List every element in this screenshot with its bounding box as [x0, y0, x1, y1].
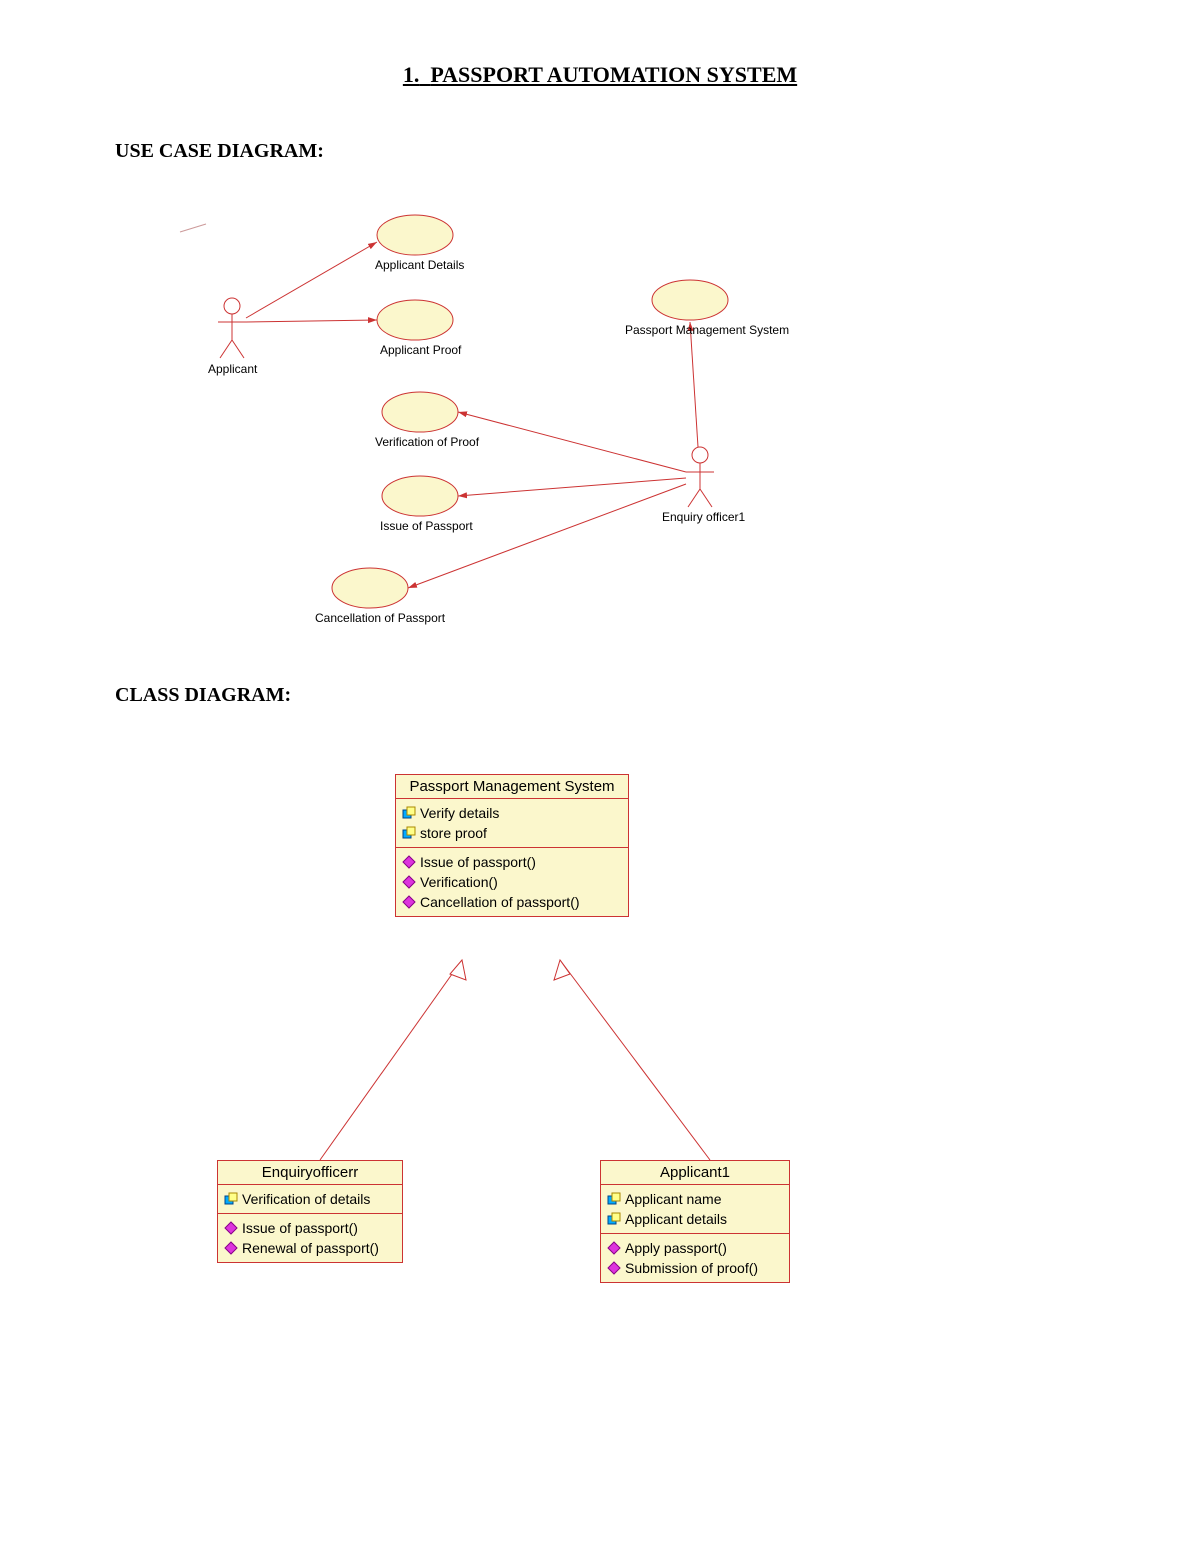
usecase-pms-label: Passport Management System — [625, 323, 789, 337]
class-officer-name: Enquiryofficerr — [218, 1161, 402, 1185]
class-attr-row: Applicant name — [607, 1189, 783, 1209]
heading-class: CLASS DIAGRAM: — [115, 684, 291, 707]
class-attr-row: Verification of details — [224, 1189, 396, 1209]
attr-text: Applicant name — [625, 1189, 722, 1209]
assoc-officer-pms — [690, 322, 698, 447]
attr-text: Verification of details — [242, 1189, 370, 1209]
class-officer-attributes: Verification of details — [218, 1185, 402, 1214]
actor-applicant-label: Applicant — [208, 362, 257, 376]
op-text: Issue of passport() — [242, 1218, 358, 1238]
assoc-applicant-details — [246, 242, 377, 318]
class-pms-attributes: Verify details store proof — [396, 799, 628, 848]
attr-text: store proof — [420, 823, 487, 843]
attribute-icon — [402, 826, 416, 840]
op-text: Issue of passport() — [420, 852, 536, 872]
op-text: Renewal of passport() — [242, 1238, 379, 1258]
usecase-cancel-label: Cancellation of Passport — [315, 611, 445, 625]
gen-applicant-pms — [554, 960, 710, 1160]
usecase-cancellation — [332, 568, 408, 608]
class-officer-operations: Issue of passport() Renewal of passport(… — [218, 1214, 402, 1262]
class-op-row: Submission of proof() — [607, 1258, 783, 1278]
doc-title-text: PASSPORT AUTOMATION SYSTEM — [430, 62, 797, 87]
assoc-officer-issue — [458, 478, 686, 496]
operation-icon — [402, 875, 416, 889]
operation-icon — [607, 1261, 621, 1275]
operation-icon — [402, 895, 416, 909]
use-case-diagram: Applicant Enquiry officer1 Applicant Det… — [170, 180, 930, 680]
attr-text: Verify details — [420, 803, 499, 823]
class-applicant-operations: Apply passport() Submission of proof() — [601, 1234, 789, 1282]
operation-icon — [224, 1241, 238, 1255]
class-attr-row: Verify details — [402, 803, 622, 823]
class-officer: Enquiryofficerr Verification of details … — [217, 1160, 403, 1263]
class-diagram: Passport Management System Verify detail… — [200, 760, 900, 1300]
class-op-row: Issue of passport() — [224, 1218, 396, 1238]
attribute-icon — [607, 1212, 621, 1226]
usecase-applicant-details-label: Applicant Details — [375, 258, 464, 272]
attribute-icon — [402, 806, 416, 820]
usecase-issue — [382, 476, 458, 516]
usecase-pms — [652, 280, 728, 320]
class-applicant: Applicant1 Applicant name Applicant deta… — [600, 1160, 790, 1283]
class-applicant-name: Applicant1 — [601, 1161, 789, 1185]
class-op-row: Renewal of passport() — [224, 1238, 396, 1258]
op-text: Submission of proof() — [625, 1258, 758, 1278]
attribute-icon — [607, 1192, 621, 1206]
class-op-row: Apply passport() — [607, 1238, 783, 1258]
class-op-row: Issue of passport() — [402, 852, 622, 872]
gen-officer-pms — [320, 960, 466, 1160]
stray-line — [180, 224, 206, 232]
operation-icon — [224, 1221, 238, 1235]
operation-icon — [402, 855, 416, 869]
usecase-applicant-proof-label: Applicant Proof — [380, 343, 461, 357]
actor-officer — [686, 447, 714, 507]
class-op-row: Verification() — [402, 872, 622, 892]
class-applicant-attributes: Applicant name Applicant details — [601, 1185, 789, 1234]
class-attr-row: store proof — [402, 823, 622, 843]
doc-number: 1. — [403, 62, 420, 87]
operation-icon — [607, 1241, 621, 1255]
assoc-applicant-proof — [246, 320, 377, 322]
heading-usecase: USE CASE DIAGRAM: — [115, 140, 324, 163]
op-text: Apply passport() — [625, 1238, 727, 1258]
assoc-officer-verify — [458, 412, 686, 472]
usecase-issue-label: Issue of Passport — [380, 519, 473, 533]
class-pms-operations: Issue of passport() Verification() Cance… — [396, 848, 628, 916]
usecase-verification-label: Verification of Proof — [375, 435, 479, 449]
class-pms: Passport Management System Verify detail… — [395, 774, 629, 917]
ucd-svg — [170, 180, 930, 680]
doc-title: 1. PASSPORT AUTOMATION SYSTEM — [0, 62, 1200, 88]
usecase-verification — [382, 392, 458, 432]
class-attr-row: Applicant details — [607, 1209, 783, 1229]
actor-applicant — [218, 298, 246, 358]
actor-officer-label: Enquiry officer1 — [662, 510, 745, 524]
attribute-icon — [224, 1192, 238, 1206]
class-op-row: Cancellation of passport() — [402, 892, 622, 912]
attr-text: Applicant details — [625, 1209, 727, 1229]
usecase-applicant-details — [377, 215, 453, 255]
op-text: Verification() — [420, 872, 498, 892]
class-pms-name: Passport Management System — [396, 775, 628, 799]
usecase-applicant-proof — [377, 300, 453, 340]
op-text: Cancellation of passport() — [420, 892, 580, 912]
